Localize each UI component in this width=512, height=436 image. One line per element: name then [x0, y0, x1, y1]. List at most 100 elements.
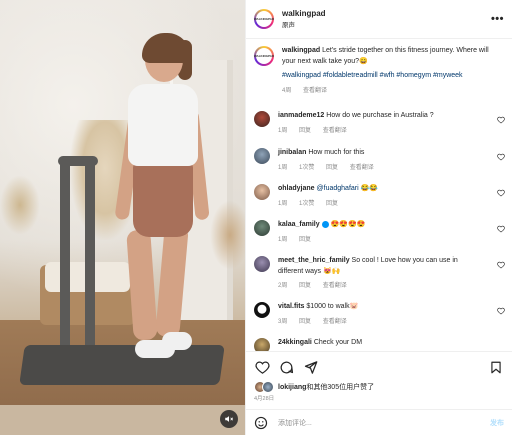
comment-item: 24kkingali Check your DM: [254, 338, 505, 351]
like-comment-heart-icon[interactable]: [497, 225, 505, 233]
likes-count-text[interactable]: 和其他305位用户赞了: [306, 384, 374, 391]
post-date[interactable]: 4月28日: [254, 394, 274, 402]
comment-time[interactable]: 1周: [278, 128, 287, 134]
comment-likes-count[interactable]: 1次赞: [299, 201, 314, 207]
caption-avatar-logo-text: WALKINGPAD: [253, 54, 275, 58]
comment-time[interactable]: 2周: [278, 283, 287, 289]
caption-avatar[interactable]: WALKINGPAD: [254, 46, 274, 66]
instagram-post-modal: WALKINGPAD walkingpad 原声 ••• WALKINGPAD …: [0, 0, 512, 435]
commenter-username[interactable]: ohladyjane: [278, 185, 315, 192]
dried-plant-right: [210, 200, 245, 270]
speech-bubble-icon: [280, 361, 293, 373]
comment-meta: 2周 回复 查看翻译: [278, 281, 483, 292]
comment-text: $1000 to walk🐷: [306, 303, 359, 310]
share-button[interactable]: [302, 359, 318, 375]
comment-button[interactable]: [278, 359, 294, 375]
avatar-logo: WALKINGPAD: [253, 11, 275, 27]
verified-badge-icon: [321, 220, 329, 228]
comment-composer: 发布: [246, 409, 512, 436]
comment-likes-count[interactable]: 1次赞: [299, 165, 314, 171]
comment-reply-link[interactable]: 回复: [299, 237, 311, 243]
comment-reply-link[interactable]: 回复: [299, 128, 311, 134]
comment-translate-link[interactable]: 查看翻译: [323, 283, 347, 289]
commenter-avatar[interactable]: [254, 302, 270, 318]
commenter-avatar[interactable]: [254, 256, 270, 272]
comment-reply-link[interactable]: 回复: [299, 283, 311, 289]
like-comment-heart-icon[interactable]: [497, 153, 505, 161]
commenter-username[interactable]: 24kkingali: [278, 339, 312, 346]
comment-translate-link[interactable]: 查看翻译: [323, 128, 347, 134]
caption-avatar-logo: WALKINGPAD: [253, 48, 275, 64]
likes-text: lokijiang和其他305位用户赞了: [278, 382, 374, 392]
comment-item: meet_the_hric_family So cool ! Love how …: [254, 256, 505, 292]
commenter-username[interactable]: jinibalan: [278, 149, 306, 156]
comment-time[interactable]: 1周: [278, 237, 287, 243]
comment-text: How do we purchase in Australia ?: [326, 112, 434, 119]
comment-text: Check your DM: [313, 339, 363, 346]
comment-item: jinibalan How much for this 1周 1次赞 回复 查看…: [254, 148, 505, 173]
caption-username[interactable]: walkingpad: [282, 47, 320, 54]
post-header: WALKINGPAD walkingpad 原声 •••: [246, 0, 512, 39]
commenter-avatar[interactable]: [254, 184, 270, 200]
comment-reply-link[interactable]: 回复: [326, 165, 338, 171]
liker-avatar: [262, 381, 274, 393]
mute-button[interactable]: [220, 410, 238, 428]
comment-input[interactable]: [276, 418, 490, 428]
audio-label[interactable]: 原声: [282, 19, 491, 29]
comment-time[interactable]: 3周: [278, 319, 287, 325]
caption-translate-link[interactable]: 查看翻译: [303, 88, 327, 94]
treadmill-deck: [19, 345, 225, 385]
like-comment-heart-icon[interactable]: [497, 261, 505, 269]
commenter-username[interactable]: meet_the_hric_family: [278, 257, 350, 264]
heart-icon: [254, 361, 270, 374]
woman-shoe-right: [162, 332, 192, 350]
commenter-username[interactable]: vital.fits: [278, 303, 304, 310]
comment-body: meet_the_hric_family So cool ! Love how …: [278, 256, 483, 292]
comment-reply-link[interactable]: 回复: [326, 201, 338, 207]
header-text: walkingpad 原声: [282, 9, 491, 29]
comment-meta: 3周 回复 查看翻译: [278, 317, 483, 328]
commenter-avatar[interactable]: [254, 338, 270, 351]
caption-meta: 4周 查看翻译: [282, 86, 497, 97]
commenter-username[interactable]: ianmademe12: [278, 112, 324, 119]
post-comment-button[interactable]: 发布: [490, 418, 504, 428]
post-sidebar: WALKINGPAD walkingpad 原声 ••• WALKINGPAD …: [245, 0, 512, 435]
woman-shorts: [133, 162, 193, 237]
like-comment-heart-icon[interactable]: [497, 307, 505, 315]
save-button[interactable]: [488, 359, 504, 375]
comment-time[interactable]: 1周: [278, 201, 287, 207]
comment-translate-link[interactable]: 查看翻译: [323, 319, 347, 325]
avatar-logo-text: WALKINGPAD: [253, 17, 275, 21]
post-actions-bar: [246, 351, 512, 382]
author-avatar[interactable]: WALKINGPAD: [254, 9, 274, 29]
like-button[interactable]: [254, 359, 270, 375]
caption-body: walkingpad Let's stride together on this…: [282, 46, 497, 96]
comments-list[interactable]: WALKINGPAD walkingpad Let's stride toget…: [246, 38, 512, 351]
commenter-username[interactable]: kalaa_family: [278, 221, 320, 228]
caption-hashtags[interactable]: #walkingpad #foldabletreadmill #wfh #hom…: [282, 71, 497, 82]
comment-text: 😂😂: [360, 185, 379, 192]
comment-meta: 1周 1次赞 回复 查看翻译: [278, 163, 483, 174]
like-comment-heart-icon[interactable]: [497, 189, 505, 197]
paper-plane-icon: [304, 360, 317, 374]
comment-translate-link[interactable]: 查看翻译: [350, 165, 374, 171]
comment-body: jinibalan How much for this 1周 1次赞 回复 查看…: [278, 148, 483, 173]
more-options-icon[interactable]: •••: [491, 13, 504, 25]
comment-time[interactable]: 1周: [278, 165, 287, 171]
comment-reply-link[interactable]: 回复: [299, 319, 311, 325]
liker-username[interactable]: lokijiang: [278, 384, 306, 391]
author-username[interactable]: walkingpad: [282, 9, 491, 18]
comment-body: vital.fits $1000 to walk🐷 3周 回复 查看翻译: [278, 302, 483, 327]
likes-summary[interactable]: lokijiang和其他305位用户赞了: [254, 381, 504, 393]
comment-mention[interactable]: @fuadghafari: [317, 185, 359, 192]
like-comment-heart-icon[interactable]: [497, 116, 505, 124]
rug: [0, 405, 245, 435]
emoji-icon[interactable]: [254, 416, 268, 430]
commenter-avatar[interactable]: [254, 148, 270, 164]
treadmill-handle-top: [58, 156, 98, 166]
post-video[interactable]: [0, 0, 245, 435]
commenter-avatar[interactable]: [254, 111, 270, 127]
commenter-avatar[interactable]: [254, 220, 270, 236]
comment-text: How much for this: [308, 149, 365, 156]
caption-time[interactable]: 4周: [282, 88, 291, 94]
